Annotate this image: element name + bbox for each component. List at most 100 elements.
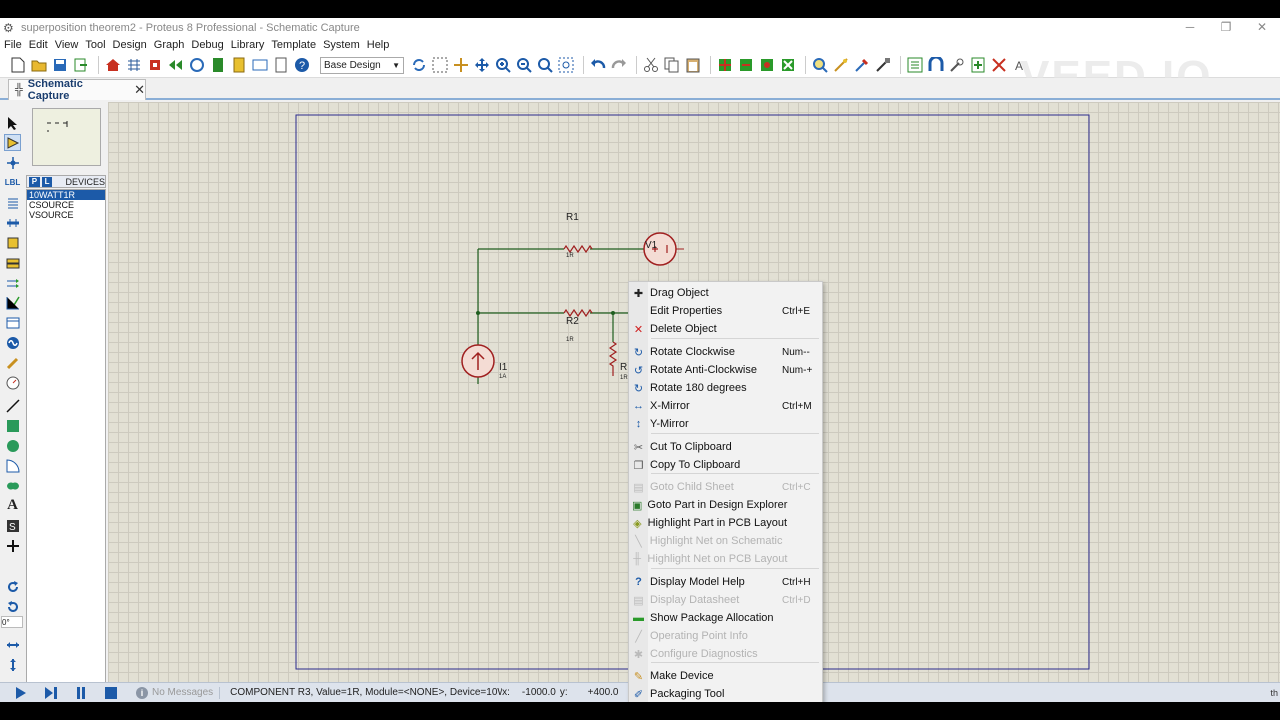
line-tool-icon[interactable] [4,397,21,414]
device-pins-icon[interactable] [4,274,21,291]
schematic-icon[interactable] [125,56,143,74]
bom-icon[interactable] [230,56,248,74]
gerber-icon[interactable] [209,56,227,74]
library-manager-button[interactable]: L [41,176,53,187]
save-icon[interactable] [51,56,69,74]
wire-autorouter-icon[interactable] [927,56,945,74]
copy-icon[interactable] [663,56,681,74]
close-tab-icon[interactable]: ✕ [134,82,145,98]
menu-template[interactable]: Template [271,39,316,51]
menu-edit[interactable]: Edit [29,39,48,51]
menu-tool[interactable]: Tool [85,39,105,51]
list-item-device[interactable]: CSOURCE [27,200,105,210]
stop-button[interactable] [102,685,120,701]
redo-icon[interactable] [610,56,628,74]
junction-dot-icon[interactable] [4,154,21,171]
menu-item-rotate-anti-clockwise[interactable]: ↺ Rotate Anti-Clockwise Num-+ [629,361,822,379]
make-device-icon[interactable] [832,56,850,74]
toggle-grid-icon[interactable] [431,56,449,74]
text-script-icon[interactable] [4,194,21,211]
zoom-out-icon[interactable] [515,56,533,74]
pick-device-icon[interactable] [811,56,829,74]
generator-mode-icon[interactable] [4,334,21,351]
wire-label-icon[interactable]: LBL [4,174,21,191]
list-item-device[interactable]: VSOURCE [27,210,105,220]
overview-window[interactable] [32,108,101,166]
tape-recorder-icon[interactable] [4,314,21,331]
menu-view[interactable]: View [55,39,79,51]
packaging-tool-icon[interactable] [853,56,871,74]
home-icon[interactable] [104,56,122,74]
pause-button[interactable] [72,685,90,701]
y-mirror-icon[interactable] [4,656,21,673]
menu-item-rotate-clockwise[interactable]: ↻ Rotate Clockwise Num-- [629,343,822,361]
menu-debug[interactable]: Debug [191,39,223,51]
menu-item-packaging-tool[interactable]: ✐ Packaging Tool [629,685,822,702]
pick-devices-button[interactable]: P [29,176,40,187]
symbol-tool-icon[interactable]: S [4,517,21,534]
tab-schematic-capture[interactable]: ╬ Schematic Capture ✕ [8,78,146,102]
origin-icon[interactable] [452,56,470,74]
block-rotate-icon[interactable] [758,56,776,74]
decompose-icon[interactable] [874,56,892,74]
menu-item-drag-object[interactable]: ✚ Drag Object [629,284,822,302]
menu-item-edit-properties[interactable]: Edit Properties Ctrl+E [629,302,822,320]
list-item-device[interactable]: 10WATT1R [27,190,105,200]
menu-design[interactable]: Design [113,39,147,51]
step-button[interactable] [42,685,60,701]
rotate-clockwise-icon[interactable] [4,578,21,595]
pcb-icon[interactable] [146,56,164,74]
arc-tool-icon[interactable] [4,457,21,474]
rotate-anticlockwise-icon[interactable] [4,598,21,615]
menu-item-goto-part-in-design-explorer[interactable]: ▣ Goto Part in Design Explorer [629,496,822,514]
menu-item-highlight-part-in-pcb-layout[interactable]: ◈ Highlight Part in PCB Layout [629,514,822,532]
box-tool-icon[interactable] [4,417,21,434]
marker-tool-icon[interactable] [4,537,21,554]
open-folder-icon[interactable] [30,56,48,74]
search-tag-icon[interactable] [948,56,966,74]
design-variant-select[interactable]: Base Design ▼ [320,56,404,74]
menu-item-make-device[interactable]: ✎ Make Device [629,667,822,685]
menu-item-copy-to-clipboard[interactable]: ❐ Copy To Clipboard [629,456,822,474]
import-icon[interactable] [72,56,90,74]
menu-file[interactable]: File [4,39,22,51]
messages-indicator[interactable]: i No Messages [136,686,221,699]
simulation-icon[interactable] [167,56,185,74]
undo-icon[interactable] [589,56,607,74]
notes-icon[interactable] [272,56,290,74]
minimize-button[interactable]: ─ [1172,18,1208,37]
menu-library[interactable]: Library [231,39,265,51]
virtual-instruments-icon[interactable] [4,374,21,391]
zoom-in-icon[interactable] [494,56,512,74]
menu-item-delete-object[interactable]: ✕ Delete Object [629,320,822,338]
terminals-icon[interactable] [4,254,21,271]
block-move-icon[interactable] [737,56,755,74]
menu-system[interactable]: System [323,39,360,51]
subcircuit-icon[interactable] [4,234,21,251]
menu-graph[interactable]: Graph [154,39,185,51]
menu-item-y-mirror[interactable]: ↕ Y-Mirror [629,415,822,433]
menu-item-cut-to-clipboard[interactable]: ✂ Cut To Clipboard [629,438,822,456]
refresh-icon[interactable] [410,56,428,74]
buses-icon[interactable] [4,214,21,231]
menu-item-rotate-180-degrees[interactable]: ↻ Rotate 180 degrees [629,379,822,397]
resistor-r3[interactable] [608,341,618,376]
close-window-button[interactable]: ✕ [1244,18,1280,37]
play-button[interactable] [12,685,30,701]
netlist-icon[interactable] [906,56,924,74]
resistor-r1[interactable] [563,244,593,254]
cut-icon[interactable] [642,56,660,74]
zoom-area-icon[interactable] [557,56,575,74]
component-mode-icon[interactable] [4,134,21,151]
circle-tool-icon[interactable] [4,437,21,454]
menu-help[interactable]: Help [367,39,390,51]
new-file-icon[interactable] [9,56,27,74]
menu-item-show-package-allocation[interactable]: ▬ Show Package Allocation [629,609,822,627]
3d-viewer-icon[interactable] [188,56,206,74]
help-icon[interactable]: ? [293,56,311,74]
maximize-button[interactable]: ❐ [1208,18,1244,37]
selection-mode-icon[interactable] [4,114,21,131]
pan-icon[interactable] [473,56,491,74]
current-source-i1[interactable] [461,344,495,378]
text-tool-icon[interactable]: A [4,497,21,514]
